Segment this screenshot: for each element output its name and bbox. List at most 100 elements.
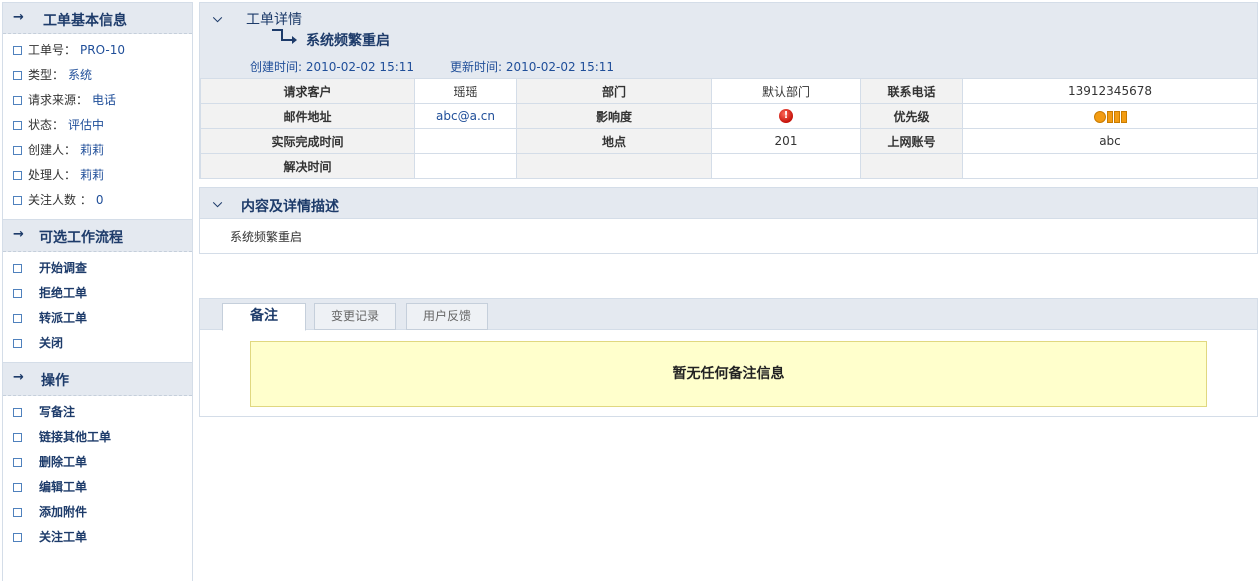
- ticket-subject: 系统频繁重启: [306, 33, 390, 49]
- basic-info-title: 工单基本信息: [43, 13, 127, 29]
- tab-change-log[interactable]: 变更记录: [314, 303, 396, 330]
- info-key: 类型：: [28, 68, 65, 82]
- info-followers: 关注人数 ： 0: [3, 188, 192, 213]
- square-bullet-icon: [13, 314, 22, 323]
- operations-title: 操作: [41, 373, 69, 389]
- op-edit-ticket[interactable]: 编辑工单: [3, 475, 192, 500]
- square-bullet-icon: [13, 264, 22, 273]
- notes-tabs-panel: 备注 变更记录 用户反馈 暂无任何备注信息: [199, 298, 1258, 417]
- workflow-label: 开始调查: [39, 261, 88, 275]
- created-value: 2010-02-02 15:11: [305, 60, 415, 74]
- ticket-info-table: 请求客户 瑶瑶 部门 默认部门 联系电话 13912345678 邮件地址 ab…: [200, 78, 1258, 179]
- square-bullet-icon: [13, 458, 22, 467]
- op-label: 写备注: [39, 405, 76, 419]
- info-source: 请求来源： 电话: [3, 88, 192, 113]
- square-bullet-icon: [13, 508, 22, 517]
- ticket-detail-title: 工单详情: [246, 12, 302, 28]
- arrow-right-icon: →: [13, 10, 24, 25]
- label-email: 邮件地址: [200, 103, 415, 129]
- square-bullet-icon: [13, 146, 22, 155]
- content-description-panel: ⌵ 内容及详情描述 系统频繁重启: [199, 187, 1258, 254]
- sidebar: → 工单基本信息 工单号： PRO-10 类型： 系统 请求来源： 电话 状态： 评估中…: [2, 2, 193, 581]
- workflow-label: 关闭: [39, 336, 64, 350]
- info-value: PRO-10: [80, 43, 125, 57]
- label-empty: [860, 153, 963, 179]
- value-resolve-time: [414, 153, 517, 179]
- created-label: 创建时间:: [250, 60, 303, 74]
- square-bullet-icon: [13, 339, 22, 348]
- label-phone: 联系电话: [860, 78, 963, 104]
- workflow-reject-ticket[interactable]: 拒绝工单: [3, 281, 192, 306]
- square-bullet-icon: [13, 533, 22, 542]
- tab-notes[interactable]: 备注: [222, 303, 306, 331]
- info-type: 类型： 系统: [3, 63, 192, 88]
- square-bullet-icon: [13, 171, 22, 180]
- info-status: 状态： 评估中: [3, 113, 192, 138]
- content-description-title: 内容及详情描述: [241, 199, 339, 215]
- chevron-down-icon[interactable]: ⌵: [213, 196, 222, 211]
- info-value: 莉莉: [80, 168, 105, 182]
- info-value: 系统: [68, 68, 93, 82]
- info-handler: 处理人： 莉莉: [3, 163, 192, 188]
- square-bullet-icon: [13, 196, 22, 205]
- updated-time: 更新时间: 2010-02-02 15:11: [450, 58, 614, 75]
- content-description-body: 系统频繁重启: [230, 230, 303, 244]
- created-time: 创建时间: 2010-02-02 15:11: [250, 58, 414, 75]
- label-resolve-time: 解决时间: [200, 153, 415, 179]
- value-actual-completion: [414, 128, 517, 154]
- info-value: 评估中: [68, 118, 105, 132]
- priority-level-icon: [1093, 109, 1127, 123]
- tab-user-feedback[interactable]: 用户反馈: [406, 303, 488, 330]
- operations-header: → 操作: [3, 362, 192, 396]
- basic-info-list: 工单号： PRO-10 类型： 系统 请求来源： 电话 状态： 评估中 创建人： 莉莉 处…: [3, 34, 192, 219]
- label-actual-completion: 实际完成时间: [200, 128, 415, 154]
- info-ticket-number: 工单号： PRO-10: [3, 38, 192, 63]
- value-email[interactable]: abc@a.cn: [414, 103, 517, 129]
- workflow-header: → 可选工作流程: [3, 219, 192, 252]
- workflow-reassign-ticket[interactable]: 转派工单: [3, 306, 192, 331]
- op-delete-ticket[interactable]: 删除工单: [3, 450, 192, 475]
- op-label: 链接其他工单: [39, 430, 112, 444]
- info-key: 创建人：: [28, 143, 77, 157]
- value-requester: 瑶瑶: [414, 78, 517, 104]
- info-key: 请求来源：: [28, 93, 89, 107]
- op-label: 关注工单: [39, 530, 88, 544]
- op-link-ticket[interactable]: 链接其他工单: [3, 425, 192, 450]
- op-follow-ticket[interactable]: 关注工单: [3, 525, 192, 550]
- tab-bar: 备注 变更记录 用户反馈: [200, 299, 1257, 331]
- operations-list: 写备注 链接其他工单 删除工单 编辑工单 添加附件 关注工单: [3, 396, 192, 556]
- workflow-close[interactable]: 关闭: [3, 331, 192, 356]
- arrow-right-icon: →: [13, 370, 24, 385]
- value-impact: !: [711, 103, 861, 129]
- ticket-detail-header: ⌵ 工单详情 系统频繁重启 创建时间: 2010-02-02 15:11 更新时…: [200, 3, 1257, 78]
- arrow-right-icon: →: [13, 227, 24, 242]
- workflow-start-investigation[interactable]: 开始调查: [3, 256, 192, 281]
- workflow-list: 开始调查 拒绝工单 转派工单 关闭: [3, 252, 192, 362]
- chevron-down-icon[interactable]: ⌵: [213, 11, 222, 26]
- info-creator: 创建人： 莉莉: [3, 138, 192, 163]
- op-label: 删除工单: [39, 455, 88, 469]
- op-write-note[interactable]: 写备注: [3, 400, 192, 425]
- return-arrow-icon: [272, 29, 297, 44]
- value-empty: [962, 153, 1258, 179]
- info-value: 莉莉: [80, 143, 105, 157]
- op-label: 添加附件: [39, 505, 88, 519]
- label-net-account: 上网账号: [860, 128, 963, 154]
- ticket-detail-panel: ⌵ 工单详情 系统频繁重启 创建时间: 2010-02-02 15:11 更新时…: [199, 2, 1258, 179]
- info-key: 处理人：: [28, 168, 77, 182]
- value-empty: [711, 153, 861, 179]
- workflow-label: 拒绝工单: [39, 286, 88, 300]
- op-label: 编辑工单: [39, 480, 88, 494]
- value-department: 默认部门: [711, 78, 861, 104]
- label-impact: 影响度: [516, 103, 712, 129]
- label-location: 地点: [516, 128, 712, 154]
- workflow-title: 可选工作流程: [39, 230, 123, 246]
- label-priority: 优先级: [860, 103, 963, 129]
- op-add-attachment[interactable]: 添加附件: [3, 500, 192, 525]
- workflow-label: 转派工单: [39, 311, 88, 325]
- label-department: 部门: [516, 78, 712, 104]
- table-row: 请求客户 瑶瑶 部门 默认部门 联系电话 13912345678: [200, 78, 1258, 104]
- square-bullet-icon: [13, 96, 22, 105]
- label-empty: [516, 153, 712, 179]
- value-location: 201: [711, 128, 861, 154]
